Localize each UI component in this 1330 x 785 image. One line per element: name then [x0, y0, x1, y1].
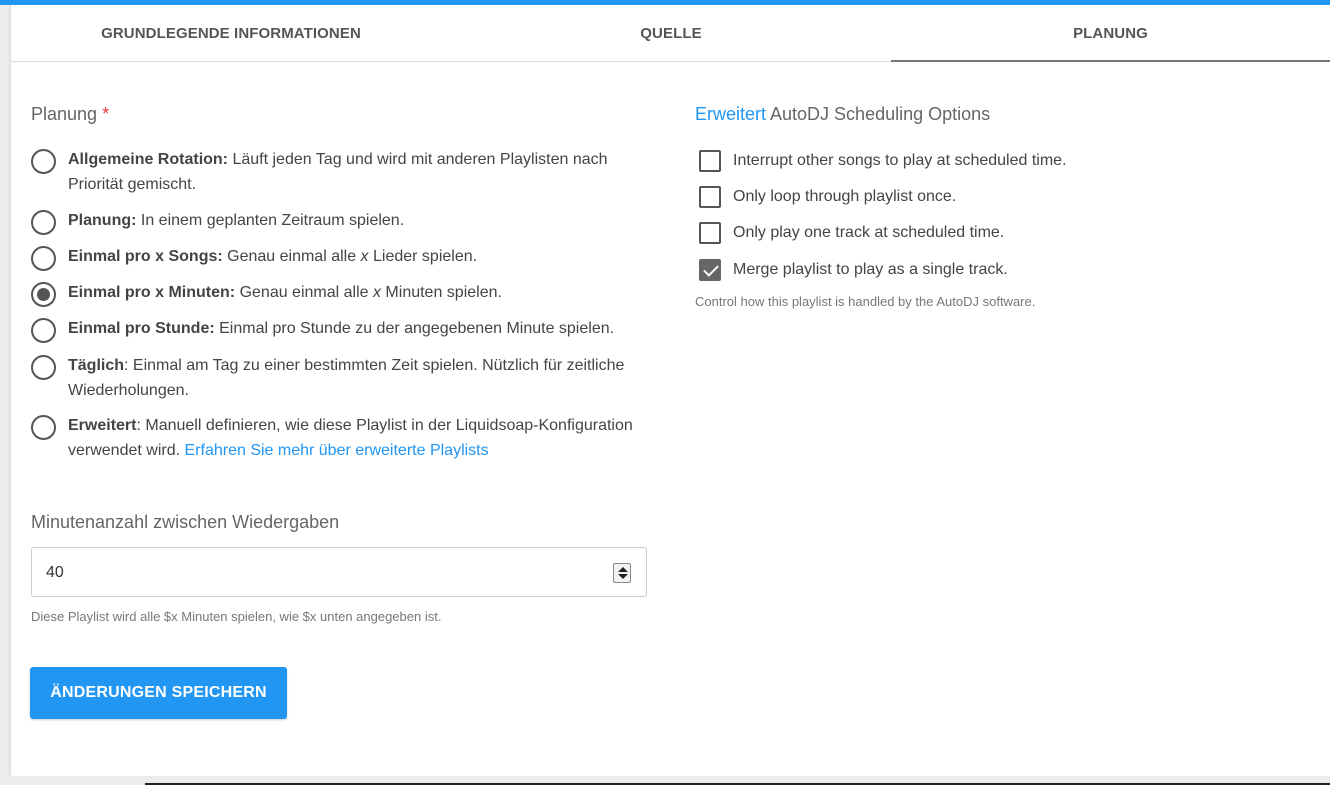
advanced-title-rest: AutoDJ Scheduling Options: [766, 104, 991, 124]
checkbox[interactable]: [699, 150, 721, 172]
radio-button[interactable]: [31, 246, 56, 271]
minutes-input[interactable]: [46, 562, 586, 584]
stepper-down-icon[interactable]: [618, 574, 628, 579]
radio-label-italic: x: [360, 248, 369, 265]
advanced-title: Erweitert AutoDJ Scheduling Options: [695, 104, 990, 125]
radio-label: Einmal pro x Songs: Genau einmal alle x …: [68, 244, 477, 269]
radio-label-text: Genau einmal alle: [235, 284, 373, 301]
checkbox-interrupt[interactable]: Interrupt other songs to play at schedul…: [699, 150, 1067, 172]
required-mark: *: [102, 104, 110, 124]
radio-button[interactable]: [31, 210, 56, 235]
checkbox-label: Merge playlist to play as a single track…: [733, 261, 1008, 278]
radio-option-scheduled[interactable]: Planung: In einem geplanten Zeitraum spi…: [31, 210, 651, 235]
radio-label: Einmal pro Stunde: Einmal pro Stunde zu …: [68, 316, 614, 341]
radio-label-bold: Einmal pro Stunde:: [68, 320, 215, 337]
tab-basic-info[interactable]: GRUNDLEGENDE INFORMATIONEN: [11, 5, 451, 62]
page-edge-left: [0, 0, 11, 785]
radio-label-italic: x: [372, 284, 381, 301]
radio-label: Planung: In einem geplanten Zeitraum spi…: [68, 208, 404, 233]
radio-button-selected[interactable]: [31, 282, 56, 307]
save-changes-button[interactable]: ÄNDERUNGEN SPEICHERN: [30, 667, 287, 719]
radio-button[interactable]: [31, 318, 56, 343]
tab-source[interactable]: QUELLE: [451, 5, 891, 62]
checkbox-loop-once[interactable]: Only loop through playlist once.: [699, 186, 956, 208]
radio-option-once-per-x-minutes[interactable]: Einmal pro x Minuten: Genau einmal alle …: [31, 282, 651, 307]
radio-label: Täglich: Einmal am Tag zu einer bestimmt…: [68, 353, 651, 403]
radio-label: Allgemeine Rotation: Läuft jeden Tag und…: [68, 147, 651, 197]
checkbox-label: Interrupt other songs to play at schedul…: [733, 152, 1067, 169]
tab-scheduling[interactable]: PLANUNG: [891, 5, 1330, 62]
checkbox-label: Only play one track at scheduled time.: [733, 224, 1005, 241]
learn-more-link[interactable]: Erfahren Sie mehr über erweiterte Playli…: [185, 442, 489, 459]
tab-bar: GRUNDLEGENDE INFORMATIONEN QUELLE PLANUN…: [11, 5, 1330, 62]
scheduling-title-text: Planung: [31, 104, 98, 124]
checkbox[interactable]: [699, 186, 721, 208]
radio-label-bold: Einmal pro x Minuten:: [68, 284, 236, 301]
minutes-field-label: Minutenanzahl zwischen Wiedergaben: [31, 512, 340, 532]
checkbox-single-track[interactable]: Only play one track at scheduled time.: [699, 222, 1004, 244]
radio-label-text: Minuten spielen.: [380, 284, 502, 301]
checkbox-merge-playlist[interactable]: Merge playlist to play as a single track…: [699, 259, 1008, 281]
checkbox[interactable]: [699, 222, 721, 244]
radio-label-text: Einmal pro Stunde zu der angegebenen Min…: [214, 320, 615, 337]
radio-option-advanced[interactable]: Erweitert: Manuell definieren, wie diese…: [31, 415, 651, 463]
radio-option-general-rotation[interactable]: Allgemeine Rotation: Läuft jeden Tag und…: [31, 149, 651, 197]
radio-label-bold: Einmal pro x Songs:: [68, 248, 223, 265]
radio-label-text: Genau einmal alle: [222, 248, 361, 265]
radio-button[interactable]: [31, 355, 56, 380]
radio-label-bold: Täglich: [68, 357, 125, 374]
checkbox-label: Only loop through playlist once.: [733, 188, 957, 205]
scheduling-title: Planung *: [31, 104, 109, 125]
radio-option-daily[interactable]: Täglich: Einmal am Tag zu einer bestimmt…: [31, 355, 651, 403]
radio-label-text: : Einmal am Tag zu einer bestimmten Zeit…: [68, 357, 625, 399]
minutes-input-wrapper: [31, 547, 647, 597]
radio-label-bold: Erweitert: [68, 417, 137, 434]
radio-button[interactable]: [31, 149, 56, 174]
radio-button[interactable]: [31, 415, 56, 440]
radio-option-once-per-x-songs[interactable]: Einmal pro x Songs: Genau einmal alle x …: [31, 246, 651, 271]
stepper-up-icon[interactable]: [618, 567, 628, 572]
radio-label: Einmal pro x Minuten: Genau einmal alle …: [68, 280, 502, 305]
checkbox-checked[interactable]: [699, 259, 721, 281]
radio-label-bold: Planung:: [68, 212, 137, 229]
minutes-help-text: Diese Playlist wird alle $x Minuten spie…: [31, 609, 442, 624]
radio-label-text: In einem geplanten Zeitraum spielen.: [136, 212, 405, 229]
radio-label: Erweitert: Manuell definieren, wie diese…: [68, 413, 651, 463]
advanced-title-highlight: Erweitert: [695, 104, 767, 124]
radio-label-text: Lieder spielen.: [368, 248, 478, 265]
number-stepper[interactable]: [613, 563, 631, 583]
radio-label-bold: Allgemeine Rotation:: [68, 151, 229, 168]
advanced-help-text: Control how this playlist is handled by …: [695, 294, 1036, 309]
radio-option-once-per-hour[interactable]: Einmal pro Stunde: Einmal pro Stunde zu …: [31, 318, 651, 343]
